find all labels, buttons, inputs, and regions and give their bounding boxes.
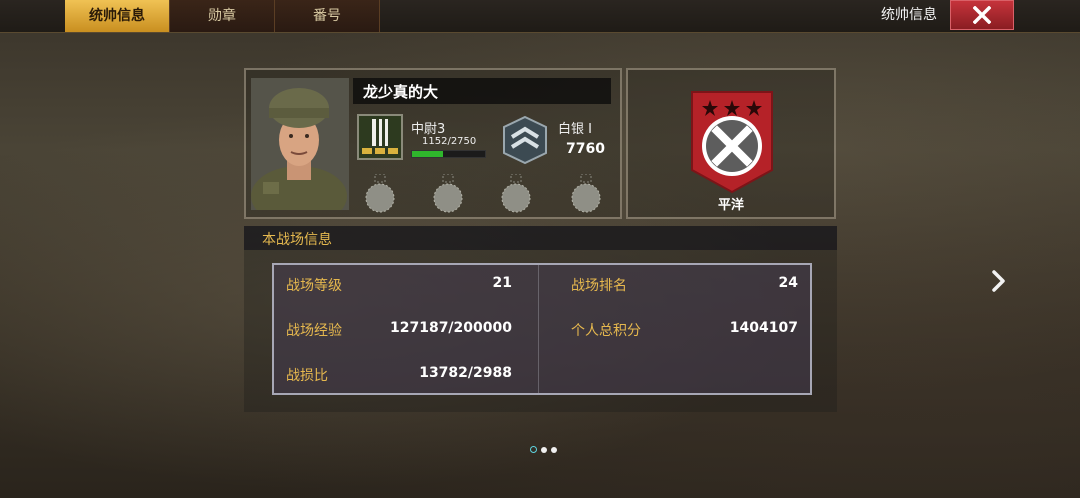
top-bar: 统帅信息 勋章 番号 统帅信息: [0, 0, 1080, 33]
soldier-portrait-icon: [251, 78, 349, 210]
tab-commander-info[interactable]: 统帅信息: [65, 0, 170, 32]
medal-slot-icon[interactable]: [570, 173, 602, 214]
rank-name: 中尉3: [411, 122, 446, 137]
stats-table: 战场等级 21 战场排名 24 战场经验 127187/200000 个人总积分…: [272, 263, 812, 395]
stat-value-kd-ratio: 13782/2988: [419, 365, 512, 381]
medal-slot-icon[interactable]: [500, 173, 532, 214]
section-title: 本战场信息: [262, 232, 332, 248]
close-icon: [973, 6, 991, 24]
page-title: 统帅信息: [881, 7, 937, 23]
result-panel: 平洋: [626, 68, 836, 219]
tab-medals[interactable]: 勋章: [170, 0, 275, 32]
commander-avatar[interactable]: [251, 78, 349, 210]
stat-label-kd-ratio: 战损比: [286, 368, 328, 384]
tab-unit-designation[interactable]: 番号: [275, 0, 380, 32]
stat-label-total-score: 个人总积分: [571, 323, 641, 339]
silver-league-icon: [502, 115, 548, 165]
league-name: 白银 I: [558, 122, 592, 137]
section-header: 本战场信息: [244, 226, 837, 250]
stat-value-battle-xp: 127187/200000: [389, 320, 512, 336]
stat-label-battle-level: 战场等级: [286, 278, 342, 294]
medal-slot-icon[interactable]: [432, 173, 464, 214]
pagination-dot[interactable]: [541, 447, 547, 453]
faction-label: 平洋: [717, 198, 744, 213]
stat-value-battle-rank: 24: [778, 275, 798, 291]
league-score: 7760: [566, 141, 605, 157]
xp-progress-bar: [411, 150, 486, 158]
next-page-chevron-icon[interactable]: [988, 266, 1010, 296]
stat-label-battle-xp: 战场经验: [286, 323, 342, 339]
medal-slot-icon[interactable]: [364, 173, 396, 214]
pagination-dot[interactable]: [530, 446, 537, 453]
close-button[interactable]: [950, 0, 1014, 30]
pagination-dots: [530, 438, 561, 457]
xp-progress-fill: [412, 151, 443, 157]
stat-value-battle-level: 21: [492, 275, 512, 291]
stats-divider: [538, 265, 539, 393]
pagination-dot[interactable]: [551, 447, 557, 453]
commander-panel: 龙少真的大 中尉3 1152/2750 白银 I 7760: [244, 68, 622, 219]
rank-xp: 1152/2750: [422, 136, 477, 147]
faction-badge-icon[interactable]: [690, 90, 774, 194]
stat-value-total-score: 1404107: [729, 320, 798, 336]
rank-insignia-icon: [357, 114, 403, 160]
stat-label-battle-rank: 战场排名: [571, 278, 627, 294]
commander-name: 龙少真的大: [363, 83, 439, 101]
name-bar: 龙少真的大: [353, 78, 611, 104]
